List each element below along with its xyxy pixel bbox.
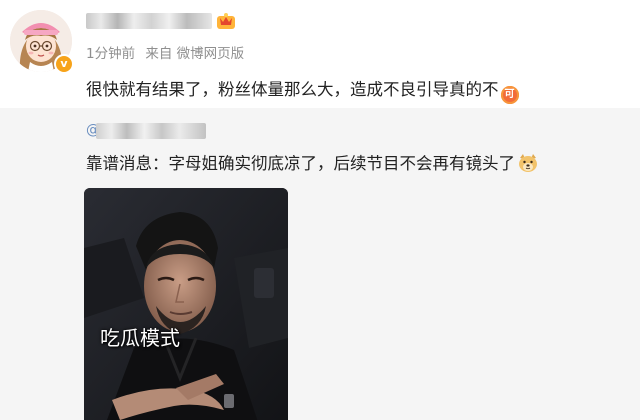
- vip-crown-icon[interactable]: [216, 12, 236, 30]
- username-blur: [86, 12, 212, 29]
- repost-username-blur: [96, 123, 206, 139]
- post-text: 很快就有结果了，粉丝体量那么大，造成不良引导真的不可: [86, 76, 519, 104]
- repost-author-blurred[interactable]: @: [86, 122, 206, 140]
- reposted-content[interactable]: @ 靠谱消息：字母姐确实彻底凉了，后续节目不会再有镜头了 吃瓜模式: [0, 108, 640, 420]
- gif-image-man: [84, 188, 288, 420]
- repost-text: 靠谱消息：字母姐确实彻底凉了，后续节目不会再有镜头了: [86, 150, 539, 174]
- post-header: v 1分钟前 来自 微博网页版 很快就有结果了，粉丝体量那么大，造成不良引导真的…: [0, 0, 640, 108]
- doge-emoji-icon: [519, 154, 537, 172]
- author-avatar-wrap[interactable]: v: [10, 10, 74, 74]
- verified-badge-icon: v: [54, 54, 74, 74]
- author-name-blurred[interactable]: [86, 10, 212, 32]
- post-text-content: 很快就有结果了，粉丝体量那么大，造成不良引导真的不: [86, 80, 499, 99]
- repost-image[interactable]: 吃瓜模式: [84, 188, 288, 420]
- post-source: 来自 微博网页版: [145, 46, 245, 62]
- repost-text-content: 靠谱消息：字母姐确实彻底凉了，后续节目不会再有镜头了: [86, 154, 515, 173]
- image-caption: 吃瓜模式: [100, 326, 180, 350]
- ke-emoji-icon: 可: [500, 86, 519, 104]
- post-meta: 1分钟前 来自 微博网页版: [86, 42, 250, 62]
- post-time[interactable]: 1分钟前: [86, 46, 135, 62]
- weibo-post: v 1分钟前 来自 微博网页版 很快就有结果了，粉丝体量那么大，造成不良引导真的…: [0, 0, 640, 420]
